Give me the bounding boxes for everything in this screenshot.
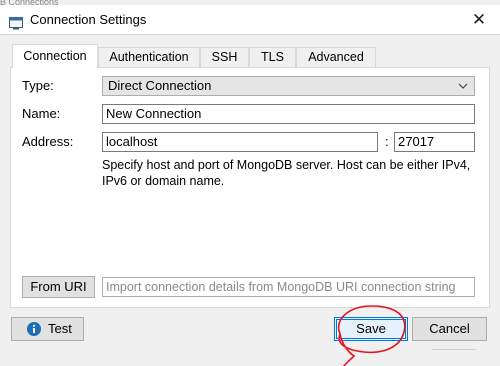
port-separator: : [385, 134, 389, 149]
name-value: New Connection [106, 106, 202, 121]
save-button[interactable]: Save [334, 317, 408, 341]
name-field[interactable]: New Connection [102, 104, 475, 124]
port-field[interactable]: 27017 [394, 132, 475, 152]
background-fragment [432, 349, 476, 350]
test-button[interactable]: Test [11, 317, 84, 341]
tab-authentication[interactable]: Authentication [98, 47, 200, 67]
port-value: 27017 [398, 134, 435, 149]
from-uri-button[interactable]: From URI [22, 276, 95, 298]
address-label: Address: [22, 134, 74, 149]
host-value: localhost [106, 134, 158, 149]
chevron-down-icon [458, 83, 468, 89]
cancel-button[interactable]: Cancel [412, 317, 487, 341]
uri-placeholder: Import connection details from MongoDB U… [106, 280, 456, 294]
connection-type-value: Direct Connection [108, 78, 212, 93]
tab-advanced[interactable]: Advanced [296, 47, 376, 67]
test-label: Test [48, 321, 72, 336]
app-window-icon [9, 17, 23, 30]
close-icon[interactable]: ✕ [466, 8, 492, 32]
uri-input[interactable]: Import connection details from MongoDB U… [102, 277, 475, 297]
tab-ssh[interactable]: SSH [200, 47, 249, 67]
info-icon [27, 322, 41, 336]
tab-tls[interactable]: TLS [249, 47, 296, 67]
tab-connection[interactable]: Connection [12, 44, 98, 68]
address-hint: Specify host and port of MongoDB server.… [102, 158, 471, 188]
connection-type-select[interactable]: Direct Connection [102, 76, 475, 96]
name-label: Name: [22, 106, 61, 121]
host-field[interactable]: localhost [102, 132, 378, 152]
type-label: Type: [22, 78, 54, 93]
window-title: Connection Settings [30, 12, 147, 27]
